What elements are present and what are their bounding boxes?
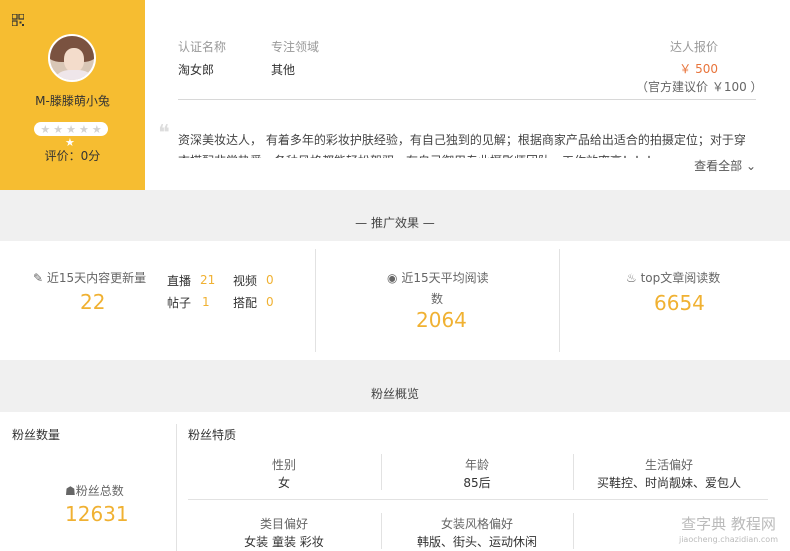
divider bbox=[178, 99, 756, 100]
update-count-value: 22 bbox=[80, 290, 106, 314]
life-pref-label: 生活偏好 bbox=[644, 458, 693, 472]
star-rating: ★ ★ ★ ★ ★ bbox=[34, 122, 108, 136]
match-value: 0 bbox=[266, 295, 274, 309]
user-icon: ☗ bbox=[65, 484, 76, 498]
field-label: 专注领域 bbox=[271, 40, 320, 54]
fans-total-label: ☗粉丝总数 bbox=[65, 484, 124, 498]
top-read-value: 6654 bbox=[654, 291, 705, 315]
field-value: 其他 bbox=[271, 63, 296, 77]
eye-icon: ◉ bbox=[387, 271, 398, 285]
view-all-link[interactable]: 查看全部 ⌄ bbox=[690, 157, 756, 174]
fans-panel: 粉丝数量 ☗粉丝总数 12631 粉丝特质 性别 女 年龄 85后 生活偏好 买… bbox=[0, 412, 790, 551]
column-divider bbox=[176, 424, 177, 551]
star-icon: ★ bbox=[40, 122, 51, 136]
edit-icon: ✎ bbox=[33, 271, 44, 285]
top-read-label: ♨ top文章阅读数 bbox=[626, 271, 721, 285]
match-label: 搭配 bbox=[233, 296, 258, 310]
cell-divider bbox=[573, 513, 574, 549]
live-value: 21 bbox=[200, 273, 216, 287]
gender-value: 女 bbox=[277, 476, 290, 490]
column-divider bbox=[559, 249, 560, 352]
avg-read-value: 2064 bbox=[416, 308, 467, 332]
style-pref-label: 女装风格偏好 bbox=[440, 517, 513, 531]
row-divider bbox=[188, 499, 768, 500]
style-pref-value: 韩版、街头、运动休闲 bbox=[416, 535, 537, 549]
avatar[interactable] bbox=[48, 34, 96, 82]
video-label: 视频 bbox=[233, 274, 258, 288]
qr-code-icon[interactable] bbox=[12, 14, 24, 26]
age-value: 85后 bbox=[463, 476, 491, 490]
cert-value: 淘女郎 bbox=[178, 63, 215, 77]
quote-icon: ❝ bbox=[158, 121, 170, 146]
fire-icon: ♨ bbox=[626, 271, 637, 285]
live-label: 直播 bbox=[167, 274, 192, 288]
suggested-price: （官方建议价 ￥100 ） bbox=[636, 80, 763, 94]
update-count-label: ✎ 近15天内容更新量 bbox=[33, 271, 147, 285]
price-label: 达人报价 bbox=[669, 40, 718, 54]
star-icon: ★ bbox=[53, 122, 64, 136]
cert-label: 认证名称 bbox=[178, 40, 227, 54]
video-value: 0 bbox=[266, 273, 274, 287]
gender-label: 性别 bbox=[271, 458, 296, 472]
description-text: 资深美妆达人， 有着多年的彩妆护肤经验，有自己独到的见解；根据商家产品给出适合的… bbox=[178, 133, 746, 158]
profile-panel: M-滕滕萌小兔 ★ ★ ★ ★ ★ ★ 评价：0分 认证名称 淘女郎 专注领域 … bbox=[0, 0, 790, 190]
category-pref-label: 类目偏好 bbox=[259, 517, 308, 531]
post-label: 帖子 bbox=[167, 296, 192, 310]
avg-read-label: ◉ 近15天平均阅读 bbox=[387, 271, 489, 285]
fans-section-title: 粉丝概览 bbox=[370, 387, 419, 401]
life-pref-value: 买鞋控、时尚靓妹、爱包人 bbox=[596, 476, 741, 490]
post-value: 1 bbox=[202, 295, 210, 309]
fans-total-value: 12631 bbox=[65, 502, 129, 526]
price-value: ￥ 500 bbox=[679, 62, 718, 76]
promo-section-title: — 推广效果 — bbox=[355, 216, 435, 230]
promo-stats-panel: ✎ 近15天内容更新量 22 直播 21 视频 0 帖子 1 搭配 0 ◉ 近1… bbox=[0, 241, 790, 360]
profile-name: M-滕滕萌小兔 bbox=[35, 94, 110, 108]
rating-text: 评价：0分 bbox=[44, 149, 101, 163]
fans-count-title: 粉丝数量 bbox=[12, 428, 61, 442]
category-pref-value: 女装 童装 彩妆 bbox=[244, 535, 324, 549]
column-divider bbox=[315, 249, 316, 352]
star-icon: ★ bbox=[66, 122, 76, 136]
watermark: 查字典 教程网 jiaocheng.chazidian.com bbox=[678, 515, 778, 545]
age-label: 年龄 bbox=[464, 458, 489, 472]
profile-card: M-滕滕萌小兔 ★ ★ ★ ★ ★ ★ 评价：0分 bbox=[0, 0, 145, 190]
avg-read-label-cont: 数 bbox=[431, 292, 444, 306]
star-icon: ★ bbox=[91, 122, 102, 136]
fans-traits-title: 粉丝特质 bbox=[188, 428, 237, 442]
star-icon: ★ bbox=[78, 122, 89, 136]
